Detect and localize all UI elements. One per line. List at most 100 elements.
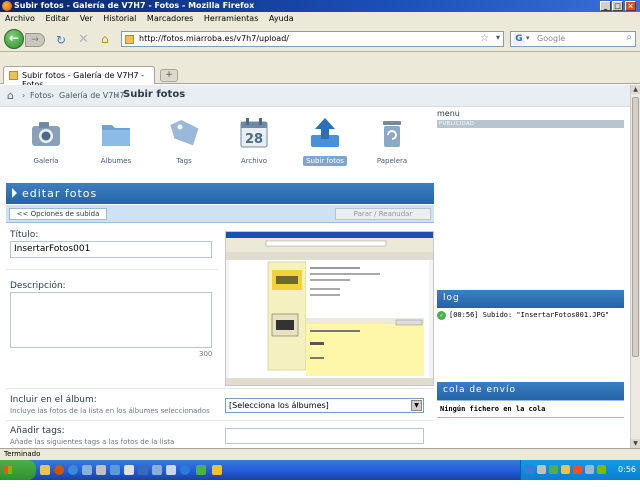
breadcrumb-fotos[interactable]: Fotos (30, 91, 51, 100)
nav-tags[interactable]: Tags (159, 115, 209, 165)
home-button[interactable]: ⌂ (101, 32, 109, 46)
title-input[interactable]: InsertarFotos001 (10, 241, 212, 258)
close-window-button[interactable]: × (625, 1, 636, 11)
nav-archivo[interactable]: 28 Archivo (229, 115, 279, 165)
tray-icon[interactable] (597, 465, 606, 474)
quicklaunch-media-icon[interactable] (82, 465, 92, 475)
section-icon-row: Galería Álbumes Tags 28 Archivo Subir fo… (0, 107, 436, 177)
scroll-up-icon[interactable]: ▲ (631, 85, 640, 94)
editar-fotos-header: editar fotos (6, 183, 434, 204)
menu-herramientas[interactable]: Herramientas (204, 14, 259, 23)
tray-icon[interactable] (549, 465, 558, 474)
description-textarea[interactable] (10, 292, 212, 348)
engine-dropdown-icon[interactable]: ▾ (526, 34, 530, 42)
divider (437, 400, 624, 401)
tray-icon[interactable] (585, 465, 594, 474)
log-entry: ✓ [00:56] Subido: "InsertarFotos001.JPG" (437, 311, 630, 320)
nav-albumes[interactable]: Álbumes (91, 115, 141, 165)
back-button[interactable]: ← (4, 29, 24, 49)
window-title-bar: Subir fotos - Galería de V7H7 - Fotos - … (0, 0, 640, 12)
breadcrumb-separator: › (115, 91, 119, 100)
album-select-value: [Selecciona los álbumes] (229, 401, 329, 410)
quicklaunch-app-icon[interactable] (212, 465, 222, 475)
calendar-day: 28 (245, 132, 263, 147)
album-select[interactable]: [Selecciona los álbumes] ▼ (225, 398, 424, 413)
nav-papelera[interactable]: Papelera (367, 115, 417, 165)
upload-options-button[interactable]: << Opciones de subida (9, 208, 107, 220)
status-bar: Terminado (0, 448, 640, 460)
menu-editar[interactable]: Editar (45, 14, 69, 23)
forward-button[interactable]: → (25, 33, 45, 47)
clock[interactable]: 0:56 (618, 465, 636, 474)
window-title: Subir fotos - Galería de V7H7 - Fotos - … (14, 1, 255, 10)
address-bar[interactable]: http://fotos.miarroba.es/v7h7/upload/ ☆ … (121, 31, 504, 47)
divider (6, 269, 218, 270)
folder-icon (102, 125, 130, 146)
menu-ver[interactable]: Ver (80, 14, 93, 23)
nav-galeria[interactable]: Galería (21, 115, 71, 165)
tray-icon[interactable] (537, 465, 546, 474)
breadcrumb-separator: › (22, 91, 26, 100)
url-text: http://fotos.miarroba.es/v7h7/upload/ (139, 34, 289, 43)
stop-button[interactable]: ✕ (78, 32, 89, 47)
quicklaunch-app-icon[interactable] (152, 465, 162, 475)
navigation-toolbar: ← → ↻ ✕ ⌂ http://fotos.miarroba.es/v7h7/… (0, 26, 640, 52)
menu-ayuda[interactable]: Ayuda (269, 14, 294, 23)
home-icon[interactable]: ⌂ (7, 89, 14, 102)
start-button[interactable]: Inicio (0, 460, 36, 494)
search-box[interactable]: G ▾ Google ⌕ (510, 31, 636, 47)
quicklaunch-app-icon[interactable] (124, 465, 134, 475)
reload-icon: ↻ (56, 33, 67, 47)
page-title: Subir fotos (123, 89, 186, 100)
tab-subir-fotos[interactable]: Subir fotos - Galería de V7H7 - Fotos (3, 66, 155, 89)
nav-label-selected: Subir fotos (303, 156, 347, 166)
tray-icon[interactable] (525, 465, 534, 474)
title-label: Título: (10, 230, 39, 240)
menu-archivo[interactable]: Archivo (5, 14, 35, 23)
scrollbar-thumb[interactable] (632, 97, 639, 357)
start-label: Inicio (4, 485, 29, 494)
stop-icon: ✕ (78, 32, 89, 47)
quicklaunch-app-icon[interactable] (180, 465, 190, 475)
reload-button[interactable]: ↻ (56, 33, 66, 47)
log-header: log (437, 290, 624, 308)
search-engine-icon[interactable]: G (513, 33, 525, 45)
scroll-down-icon[interactable]: ▼ (631, 439, 640, 448)
quicklaunch-ie-icon[interactable] (68, 465, 78, 475)
new-tab-button[interactable]: + (160, 69, 178, 82)
trash-icon (383, 121, 401, 147)
search-icon[interactable]: ⌕ (626, 32, 632, 43)
nav-subir-fotos[interactable]: Subir fotos (300, 115, 350, 166)
menu-marcadores[interactable]: Marcadores (147, 14, 193, 23)
menu-historial[interactable]: Historial (103, 14, 136, 23)
plus-icon: + (165, 70, 173, 80)
vertical-scrollbar[interactable]: ▲ ▼ (630, 85, 640, 448)
quicklaunch-app-icon[interactable] (96, 465, 106, 475)
url-dropdown-icon[interactable]: ▾ (496, 33, 500, 42)
checkmark-icon: ✓ (437, 311, 446, 320)
quicklaunch-app-icon[interactable] (196, 465, 206, 475)
chevron-down-icon[interactable]: ▼ (411, 400, 422, 411)
tab-favicon (9, 71, 18, 80)
tab-strip: Subir fotos - Galería de V7H7 - Fotos + (0, 52, 640, 89)
quicklaunch-folder-icon[interactable] (40, 465, 50, 475)
quicklaunch-firefox-icon[interactable] (54, 465, 64, 475)
quicklaunch-app-icon[interactable] (138, 465, 148, 475)
log-entry-text: [00:56] Subido: "InsertarFotos001.JPG" (449, 311, 610, 319)
quicklaunch-app-icon[interactable] (110, 465, 120, 475)
minimize-button[interactable]: _ (600, 1, 611, 11)
menu-bar: Archivo Editar Ver Historial Marcadores … (0, 12, 640, 26)
ad-banner: PUBLICIDAD (437, 120, 624, 128)
tags-input[interactable] (225, 428, 424, 444)
tray-icon[interactable] (573, 465, 582, 474)
nav-label: Papelera (376, 157, 408, 165)
photo-preview[interactable] (225, 231, 434, 386)
pause-resume-button[interactable]: Parar / Reanudar (335, 208, 431, 220)
bookmark-star-icon[interactable]: ☆ (480, 33, 489, 44)
tray-icon[interactable] (561, 465, 570, 474)
quicklaunch-app-icon[interactable] (166, 465, 176, 475)
firefox-icon (2, 1, 12, 11)
description-label: Descripción: (10, 281, 66, 291)
arrow-right-icon (12, 188, 17, 198)
maximize-button[interactable]: □ (612, 1, 623, 11)
